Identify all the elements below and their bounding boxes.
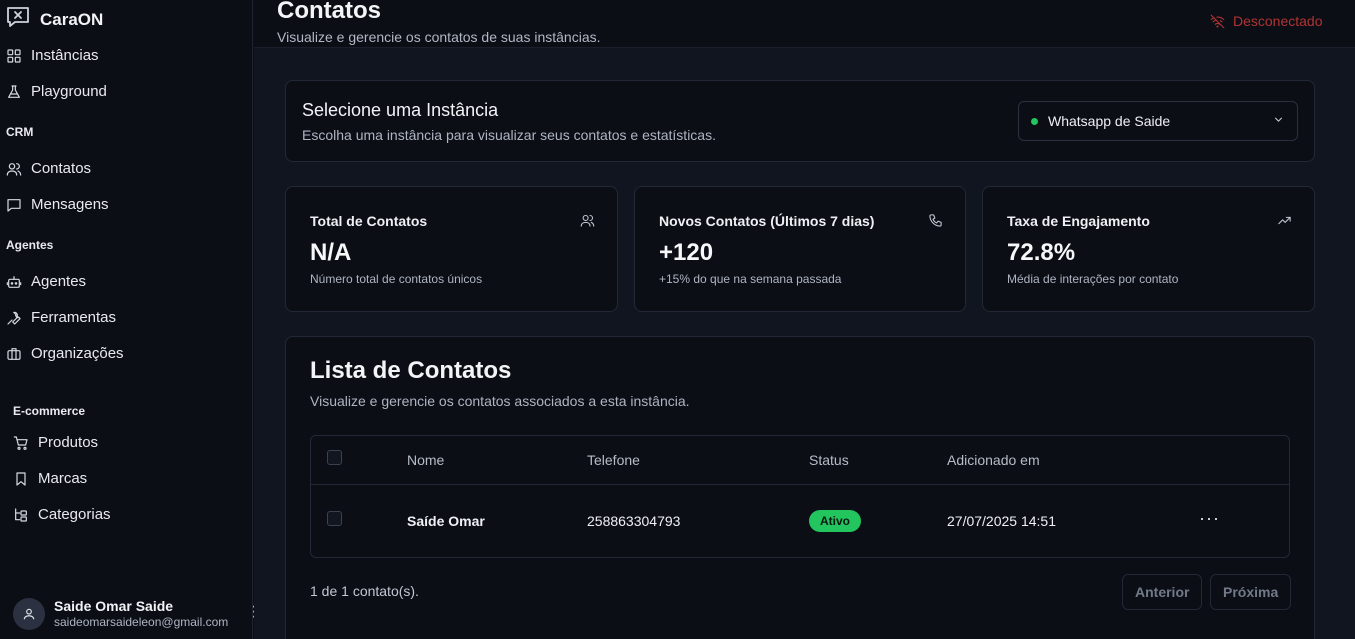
sidebar-item-label: Produtos — [38, 434, 99, 451]
contacts-title: Lista de Contatos — [310, 357, 512, 384]
sidebar-item-label: Mensagens — [31, 196, 109, 213]
hierarchy-icon — [15, 507, 27, 522]
section-ecommerce: E-commerce — [13, 404, 86, 418]
select-all-checkbox[interactable] — [327, 450, 342, 465]
wrench-icon — [7, 311, 21, 325]
section-crm: CRM — [6, 125, 34, 139]
connection-status: Desconectado — [1210, 13, 1323, 29]
contacts-subtitle: Visualize e gerencie os contatos associa… — [310, 393, 690, 409]
stat-description: Média de interações por contato — [1007, 272, 1179, 286]
contact-phone: 258863304793 — [587, 513, 681, 529]
sidebar: CaraON Instâncias Playground CRM Contato… — [0, 0, 253, 639]
sidebar-item-categorias[interactable]: Categorias — [13, 506, 111, 523]
stat-value: N/A — [310, 239, 352, 266]
sidebar-item-label: Instâncias — [31, 47, 99, 64]
sidebar-item-label: Contatos — [31, 160, 92, 177]
app-name: CaraON — [40, 9, 104, 29]
sidebar-item-label: Playground — [31, 83, 107, 100]
row-actions-icon[interactable]: ··· — [1199, 508, 1220, 529]
sidebar-item-produtos[interactable]: Produtos — [13, 434, 98, 451]
briefcase-icon — [7, 347, 21, 360]
sidebar-item-instancias[interactable]: Instâncias — [6, 47, 99, 64]
sidebar-item-agentes[interactable]: Agentes — [6, 273, 86, 290]
row-checkbox[interactable] — [327, 511, 342, 526]
status-text: Desconectado — [1233, 13, 1323, 29]
instance-card-subtitle: Escolha uma instância para visualizar se… — [302, 127, 716, 143]
logo-icon — [6, 6, 30, 33]
online-status-dot — [1031, 117, 1038, 125]
sidebar-item-playground[interactable]: Playground — [6, 83, 107, 100]
sidebar-item-label: Organizações — [31, 345, 124, 362]
wifi-off-icon — [1210, 14, 1225, 28]
sidebar-item-label: Categorias — [38, 506, 111, 523]
sidebar-item-ferramentas[interactable]: Ferramentas — [6, 309, 116, 326]
main-content: Contatos Visualize e gerencie os contato… — [254, 0, 1355, 639]
stat-card-engagement: Taxa de Engajamento 72.8% Média de inter… — [982, 186, 1315, 312]
sidebar-item-marcas[interactable]: Marcas — [13, 470, 87, 487]
page-header: Contatos Visualize e gerencie os contato… — [254, 0, 1355, 48]
brand[interactable]: CaraON — [6, 6, 103, 33]
cart-icon — [13, 435, 28, 450]
message-icon — [7, 198, 21, 212]
user-name: Saide Omar Saide — [54, 598, 174, 614]
column-header-adicionado[interactable]: Adicionado em — [947, 452, 1040, 468]
section-agentes: Agentes — [6, 238, 54, 252]
column-header-status[interactable]: Status — [809, 452, 849, 468]
sidebar-item-label: Marcas — [38, 470, 88, 487]
sidebar-item-mensagens[interactable]: Mensagens — [6, 196, 109, 213]
user-email: saideomarsaideleon@gmail.com — [54, 615, 229, 629]
instance-card: Selecione uma Instância Escolha uma inst… — [285, 80, 1315, 162]
user-profile[interactable]: Saide Omar Saide saideomarsaideleon@gmai… — [13, 596, 249, 632]
stat-value: +120 — [659, 239, 714, 266]
stat-label: Novos Contatos (Últimos 7 dias) — [659, 213, 875, 229]
next-page-button[interactable]: Próxima — [1210, 574, 1292, 610]
stat-label: Taxa de Engajamento — [1007, 213, 1150, 229]
sidebar-item-contatos[interactable]: Contatos — [6, 160, 91, 177]
page-title: Contatos — [277, 0, 381, 24]
pagination-count: 1 de 1 contato(s). — [310, 583, 419, 599]
instance-select[interactable]: Whatsapp de Saide — [1018, 101, 1298, 141]
bot-icon — [6, 275, 22, 288]
stat-card-new: Novos Contatos (Últimos 7 dias) +120 +15… — [634, 186, 966, 312]
previous-page-button[interactable]: Anterior — [1122, 574, 1203, 610]
users-icon — [580, 213, 595, 233]
app-root: CaraON Instâncias Playground CRM Contato… — [0, 0, 1355, 639]
page-subtitle: Visualize e gerencie os contatos de suas… — [277, 29, 601, 45]
stat-description: +15% do que na semana passada — [659, 272, 842, 286]
stat-value: 72.8% — [1007, 239, 1076, 266]
contacts-card: Lista de Contatos Visualize e gerencie o… — [285, 336, 1315, 639]
instance-card-title: Selecione uma Instância — [302, 100, 499, 120]
instance-select-value: Whatsapp de Saide — [1048, 113, 1171, 129]
column-header-nome[interactable]: Nome — [407, 452, 444, 468]
table-divider — [311, 484, 1289, 485]
user-icon — [23, 608, 35, 620]
flask-icon — [8, 84, 20, 98]
status-badge: Ativo — [809, 510, 861, 532]
contact-name: Saíde Omar — [407, 513, 485, 529]
contact-added-date: 27/07/2025 14:51 — [947, 513, 1056, 529]
grid-icon — [7, 48, 21, 63]
chevron-down-icon — [1272, 113, 1285, 129]
sidebar-item-label: Agentes — [31, 273, 87, 290]
sidebar-item-label: Ferramentas — [31, 309, 117, 326]
stat-card-total: Total de Contatos N/A Número total de co… — [285, 186, 618, 312]
stat-label: Total de Contatos — [310, 213, 428, 229]
stat-description: Número total de contatos únicos — [310, 272, 483, 286]
phone-icon — [928, 213, 943, 233]
sidebar-item-organizacoes[interactable]: Organizações — [6, 345, 124, 362]
users-icon — [6, 162, 22, 176]
bookmark-icon — [16, 471, 26, 486]
column-header-telefone[interactable]: Telefone — [587, 452, 640, 468]
avatar — [13, 598, 45, 630]
trending-up-icon — [1277, 213, 1292, 233]
contacts-table: Nome Telefone Status Adicionado em Saíde… — [310, 435, 1290, 558]
